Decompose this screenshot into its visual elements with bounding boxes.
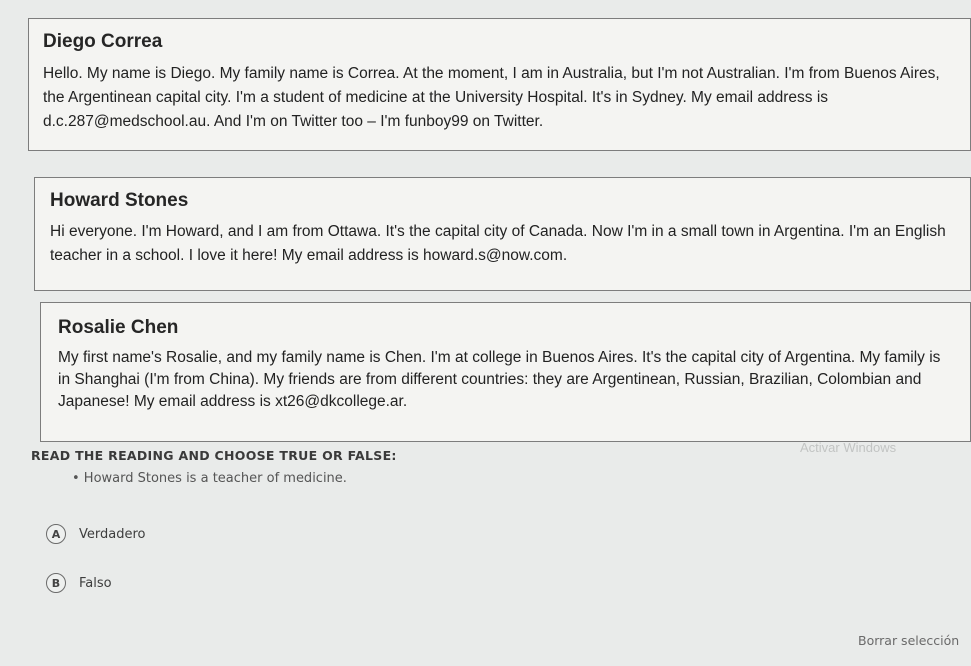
option-b-falso[interactable]: B Falso (46, 573, 112, 593)
activate-windows-watermark: Activar Windows (800, 440, 897, 455)
profile-text: My first name's Rosalie, and my family n… (58, 349, 941, 410)
clear-selection-link[interactable]: Borrar selección (858, 633, 959, 648)
question-instruction: READ THE READING AND CHOOSE TRUE OR FALS… (31, 448, 397, 463)
profile-card-howard: Howard Stones Hi everyone. I'm Howard, a… (34, 177, 971, 291)
option-a-verdadero[interactable]: A Verdadero (46, 524, 145, 544)
option-label[interactable]: Verdadero (79, 527, 145, 542)
option-letter-a[interactable]: A (46, 524, 66, 544)
profile-card-diego: Diego Correa Hello. My name is Diego. My… (28, 18, 971, 151)
profile-card-rosalie: Rosalie Chen My first name's Rosalie, an… (40, 302, 971, 442)
question-statement: • Howard Stones is a teacher of medicine… (72, 471, 347, 486)
profile-text: Hello. My name is Diego. My family name … (43, 65, 940, 130)
option-label[interactable]: Falso (79, 576, 112, 591)
profile-name: Howard Stones (50, 190, 189, 211)
profile-name: Rosalie Chen (58, 317, 179, 338)
profile-text: Hi everyone. I'm Howard, and I am from O… (50, 223, 946, 264)
profile-name: Diego Correa (43, 31, 163, 52)
option-letter-b[interactable]: B (46, 573, 66, 593)
